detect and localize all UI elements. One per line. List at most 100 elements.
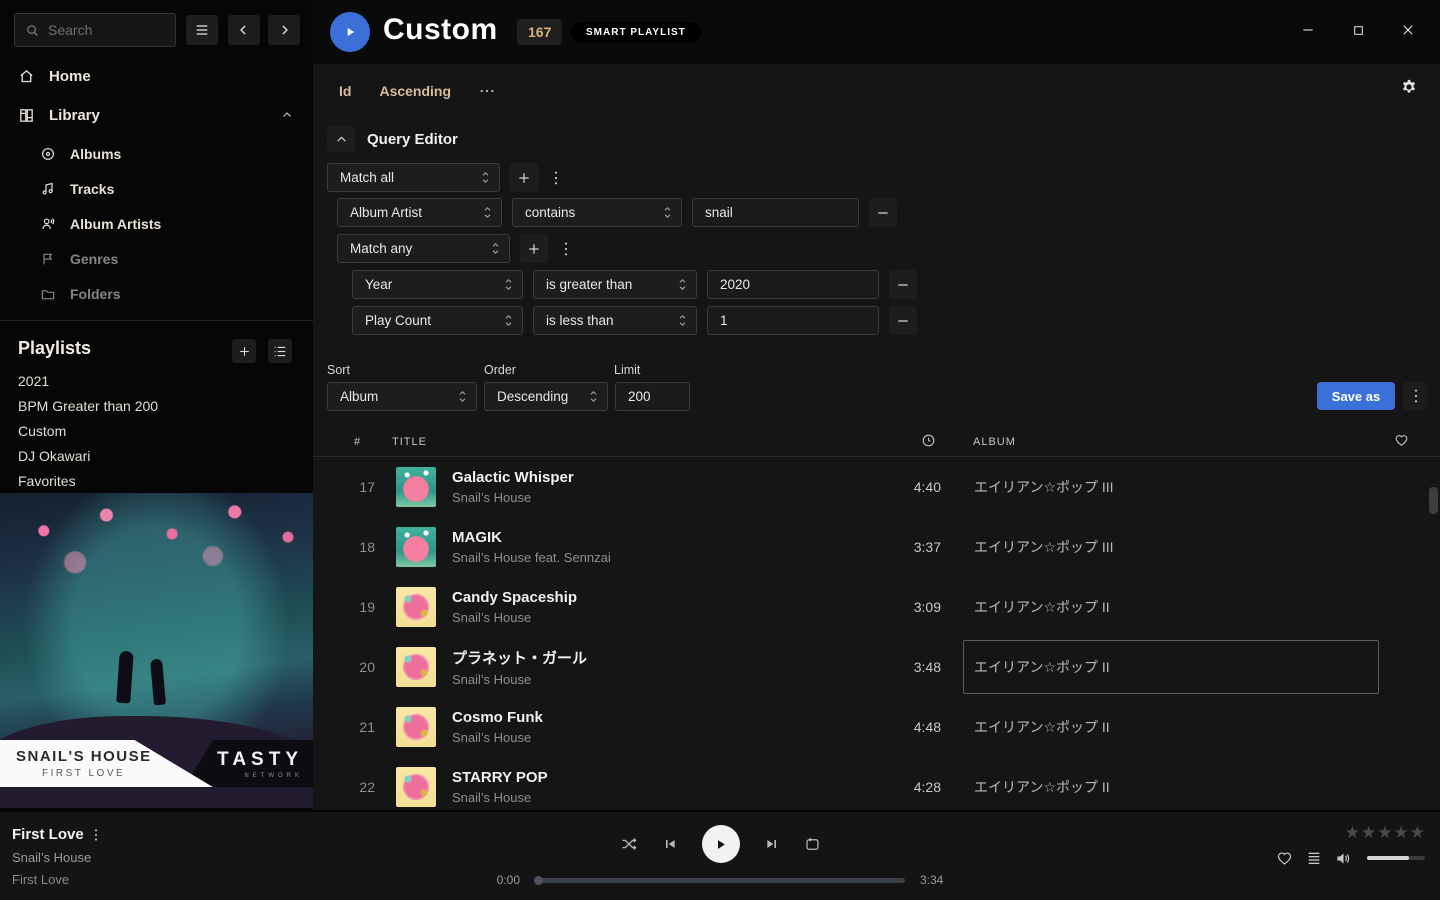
track-album: エイリアン☆ポップ III (963, 520, 1379, 574)
rule-operator-select[interactable]: contains (512, 198, 682, 227)
volume-slider[interactable] (1367, 856, 1425, 860)
rule-field-select[interactable]: Year (352, 270, 523, 299)
sidebar-divider (0, 320, 313, 321)
collapse-chevron-icon[interactable] (281, 109, 293, 121)
album-art-thumbnail (396, 467, 436, 507)
favorite-button[interactable] (1276, 850, 1293, 866)
playlist-item[interactable]: Custom (0, 418, 313, 443)
rule-value-input[interactable] (707, 306, 879, 335)
select-spinner-icon (678, 278, 687, 291)
add-playlist-button[interactable] (232, 339, 256, 363)
star-icon[interactable]: ★ (1345, 824, 1360, 841)
more-options-button[interactable] (479, 88, 495, 94)
search-input[interactable] (48, 22, 165, 38)
playlist-item[interactable]: BPM Greater than 200 (0, 393, 313, 418)
maximize-icon (1352, 24, 1365, 37)
sidebar-item-folders[interactable]: Folders (0, 276, 313, 311)
repeat-button[interactable] (804, 837, 821, 852)
repeat-icon (804, 837, 821, 852)
sort-toolbar: Id Ascending (339, 77, 495, 105)
settings-button[interactable] (1400, 78, 1418, 96)
match-type-select[interactable]: Match any (337, 234, 510, 263)
group-menu-button[interactable] (558, 234, 574, 263)
now-playing-menu-button[interactable] (94, 828, 98, 842)
rule-operator-select[interactable]: is greater than (533, 270, 697, 299)
order-select[interactable]: Descending (484, 382, 608, 411)
table-row[interactable]: 22 STARRY POP Snail’s House 4:28 エイリアン☆ポ… (313, 757, 1440, 810)
album-art-thumbnail (396, 587, 436, 627)
chevron-left-icon (237, 23, 251, 37)
column-index[interactable]: # (354, 436, 361, 448)
maximize-button[interactable] (1348, 20, 1368, 40)
remove-rule-button[interactable] (869, 198, 897, 227)
track-album: エイリアン☆ポップ II (963, 700, 1379, 754)
next-button[interactable] (764, 836, 780, 852)
query-editor-header: Query Editor (327, 126, 458, 152)
table-row[interactable]: 18 MAGIK Snail’s House feat. Sennzai 3:3… (313, 517, 1440, 577)
play-playlist-button[interactable] (330, 12, 370, 52)
playlist-item[interactable]: Favorites (0, 468, 313, 493)
limit-input[interactable] (615, 382, 690, 411)
remove-rule-button[interactable] (889, 306, 917, 335)
seek-handle[interactable] (534, 876, 543, 885)
star-icon[interactable]: ★ (1377, 824, 1392, 841)
sort-direction-button[interactable]: Ascending (379, 83, 451, 99)
seek-bar[interactable] (535, 878, 905, 883)
sort-select[interactable]: Album (327, 382, 477, 411)
sidebar-item-album-artists[interactable]: Album Artists (0, 206, 313, 241)
save-as-button[interactable]: Save as (1317, 382, 1395, 410)
back-button[interactable] (228, 15, 260, 45)
remove-rule-button[interactable] (889, 270, 917, 299)
table-row[interactable]: 21 Cosmo Funk Snail’s House 4:48 エイリアン☆ポ… (313, 697, 1440, 757)
close-button[interactable] (1398, 20, 1418, 40)
rating-control[interactable]: ★★★★★ (1345, 824, 1425, 841)
group-menu-button[interactable] (548, 163, 564, 192)
star-icon[interactable]: ★ (1410, 824, 1425, 841)
play-pause-button[interactable] (702, 825, 740, 863)
sidebar-item-tracks[interactable]: Tracks (0, 171, 313, 206)
album-art-thumbnail (396, 647, 436, 687)
scrollbar-thumb[interactable] (1429, 487, 1438, 514)
shuffle-button[interactable] (620, 836, 638, 852)
sidebar-item-home[interactable]: Home (0, 62, 313, 90)
star-icon[interactable]: ★ (1361, 824, 1376, 841)
sidebar-item-genres[interactable]: Genres (0, 241, 313, 276)
playlist-view-button[interactable] (268, 339, 292, 363)
plus-icon (517, 171, 531, 185)
rule-operator-select[interactable]: is less than (533, 306, 697, 335)
duration-column-clock-icon[interactable] (921, 433, 936, 448)
playlist-item[interactable]: DJ Okawari (0, 443, 313, 468)
track-album-focused-cell[interactable]: エイリアン☆ポップ II (963, 640, 1379, 694)
sidebar-item-albums[interactable]: Albums (0, 136, 313, 171)
add-rule-button[interactable] (520, 234, 548, 263)
rule-field-select[interactable]: Album Artist (337, 198, 502, 227)
track-duration: 3:09 (852, 599, 941, 615)
search-box[interactable] (14, 13, 176, 47)
sidebar-item-library[interactable]: Library (0, 101, 313, 129)
forward-button[interactable] (268, 15, 300, 45)
previous-button[interactable] (662, 836, 678, 852)
favorite-column-heart-icon[interactable] (1394, 433, 1409, 447)
rule-field-select[interactable]: Play Count (352, 306, 523, 335)
rule-value-input[interactable] (692, 198, 859, 227)
menu-button[interactable] (186, 15, 218, 45)
save-menu-button[interactable] (1403, 382, 1428, 410)
column-title[interactable]: TITLE (392, 436, 427, 448)
query-group-2: Match any (337, 234, 574, 263)
transport-section: 0:00 3:34 (484, 824, 956, 887)
add-rule-button[interactable] (510, 163, 538, 192)
query-editor-collapse-button[interactable] (327, 126, 355, 152)
table-row[interactable]: 19 Candy Spaceship Snail’s House 3:09 エイ… (313, 577, 1440, 637)
volume-button[interactable] (1335, 851, 1352, 866)
column-album[interactable]: ALBUM (973, 436, 1016, 448)
table-row[interactable]: 20 プラネット・ガール Snail’s House 3:48 エイリアン☆ポッ… (313, 637, 1440, 697)
match-type-select[interactable]: Match all (327, 163, 500, 192)
rule-value-input[interactable] (707, 270, 879, 299)
sort-label: Sort (327, 363, 350, 377)
table-row[interactable]: 17 Galactic Whisper Snail’s House 4:40 エ… (313, 457, 1440, 517)
playlist-item[interactable]: 2021 (0, 368, 313, 393)
minimize-button[interactable] (1298, 20, 1318, 40)
star-icon[interactable]: ★ (1394, 824, 1409, 841)
sort-field-button[interactable]: Id (339, 83, 351, 99)
queue-button[interactable] (1306, 851, 1322, 865)
